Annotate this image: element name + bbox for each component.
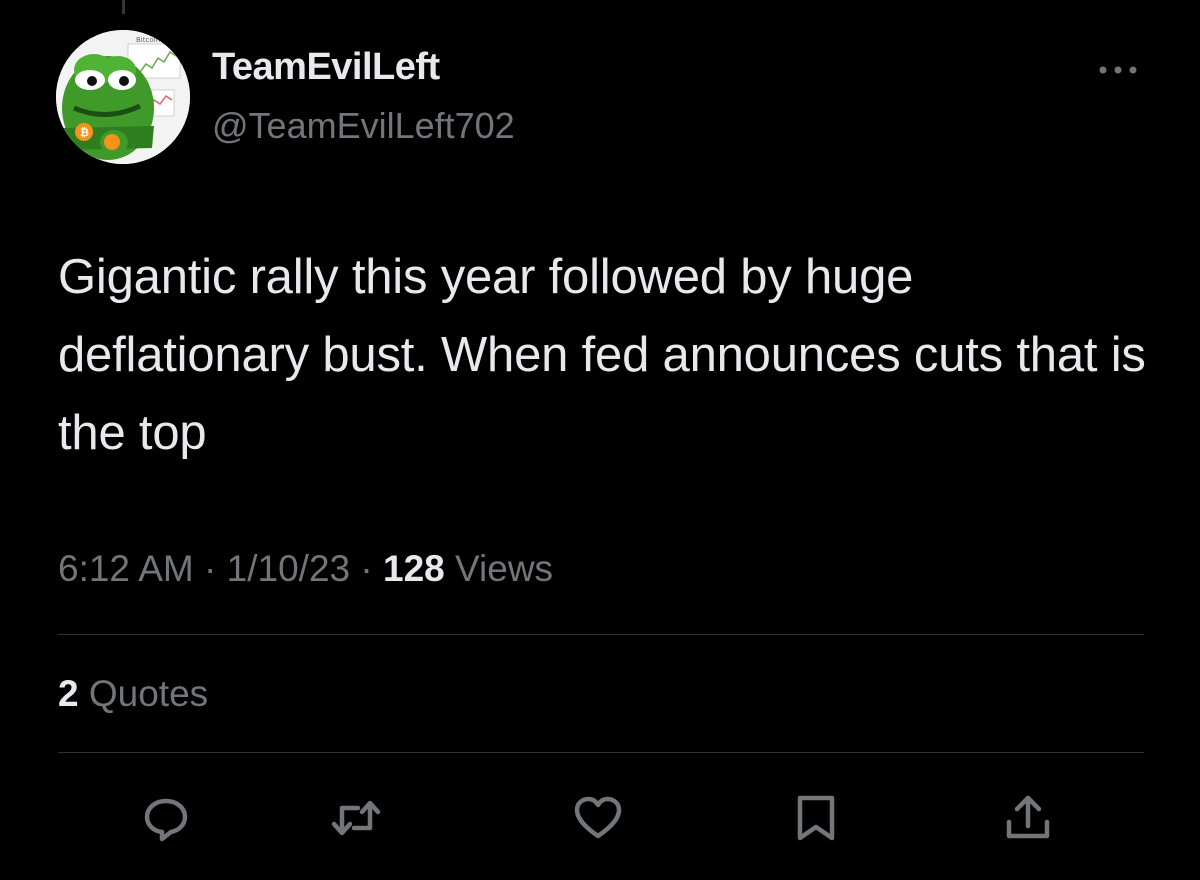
- avatar-image: Bitcoin begins ₿: [56, 30, 190, 164]
- views-label: Views: [455, 548, 554, 589]
- user-handle[interactable]: @TeamEvilLeft702: [212, 105, 515, 147]
- divider: [58, 634, 1144, 635]
- more-horizontal-icon: [1099, 66, 1137, 74]
- tweet-metadata: 6:12 AM · 1/10/23 · 128 Views: [58, 548, 553, 590]
- bookmark-icon: [797, 795, 835, 841]
- meta-separator: ·: [360, 548, 373, 589]
- heart-icon: [574, 796, 622, 839]
- divider: [58, 752, 1144, 753]
- meta-separator: ·: [204, 548, 217, 589]
- tweet-time[interactable]: 6:12 AM: [58, 548, 194, 589]
- thread-connector-line: [122, 0, 125, 14]
- reply-button[interactable]: [138, 790, 194, 846]
- reply-icon: [144, 798, 188, 842]
- quotes-count: 2: [58, 673, 79, 714]
- retweet-button[interactable]: [328, 790, 384, 846]
- like-button[interactable]: [570, 790, 626, 846]
- avatar[interactable]: Bitcoin begins ₿: [56, 30, 190, 164]
- quotes-link[interactable]: 2 Quotes: [58, 673, 208, 715]
- retweet-icon: [331, 800, 381, 836]
- svg-text:₿: ₿: [80, 126, 89, 139]
- more-options-button[interactable]: [1090, 52, 1146, 88]
- avatar-caption: Bitcoin begins: [136, 36, 186, 44]
- tweet-date[interactable]: 1/10/23: [227, 548, 350, 589]
- bookmark-button[interactable]: [788, 790, 844, 846]
- share-button[interactable]: [1000, 790, 1056, 846]
- quotes-label: Quotes: [88, 673, 209, 714]
- views-count: 128: [383, 548, 445, 589]
- display-name[interactable]: TeamEvilLeft: [212, 46, 440, 89]
- tweet-text: Gigantic rally this year followed by hug…: [58, 250, 1146, 460]
- share-icon: [1006, 795, 1050, 839]
